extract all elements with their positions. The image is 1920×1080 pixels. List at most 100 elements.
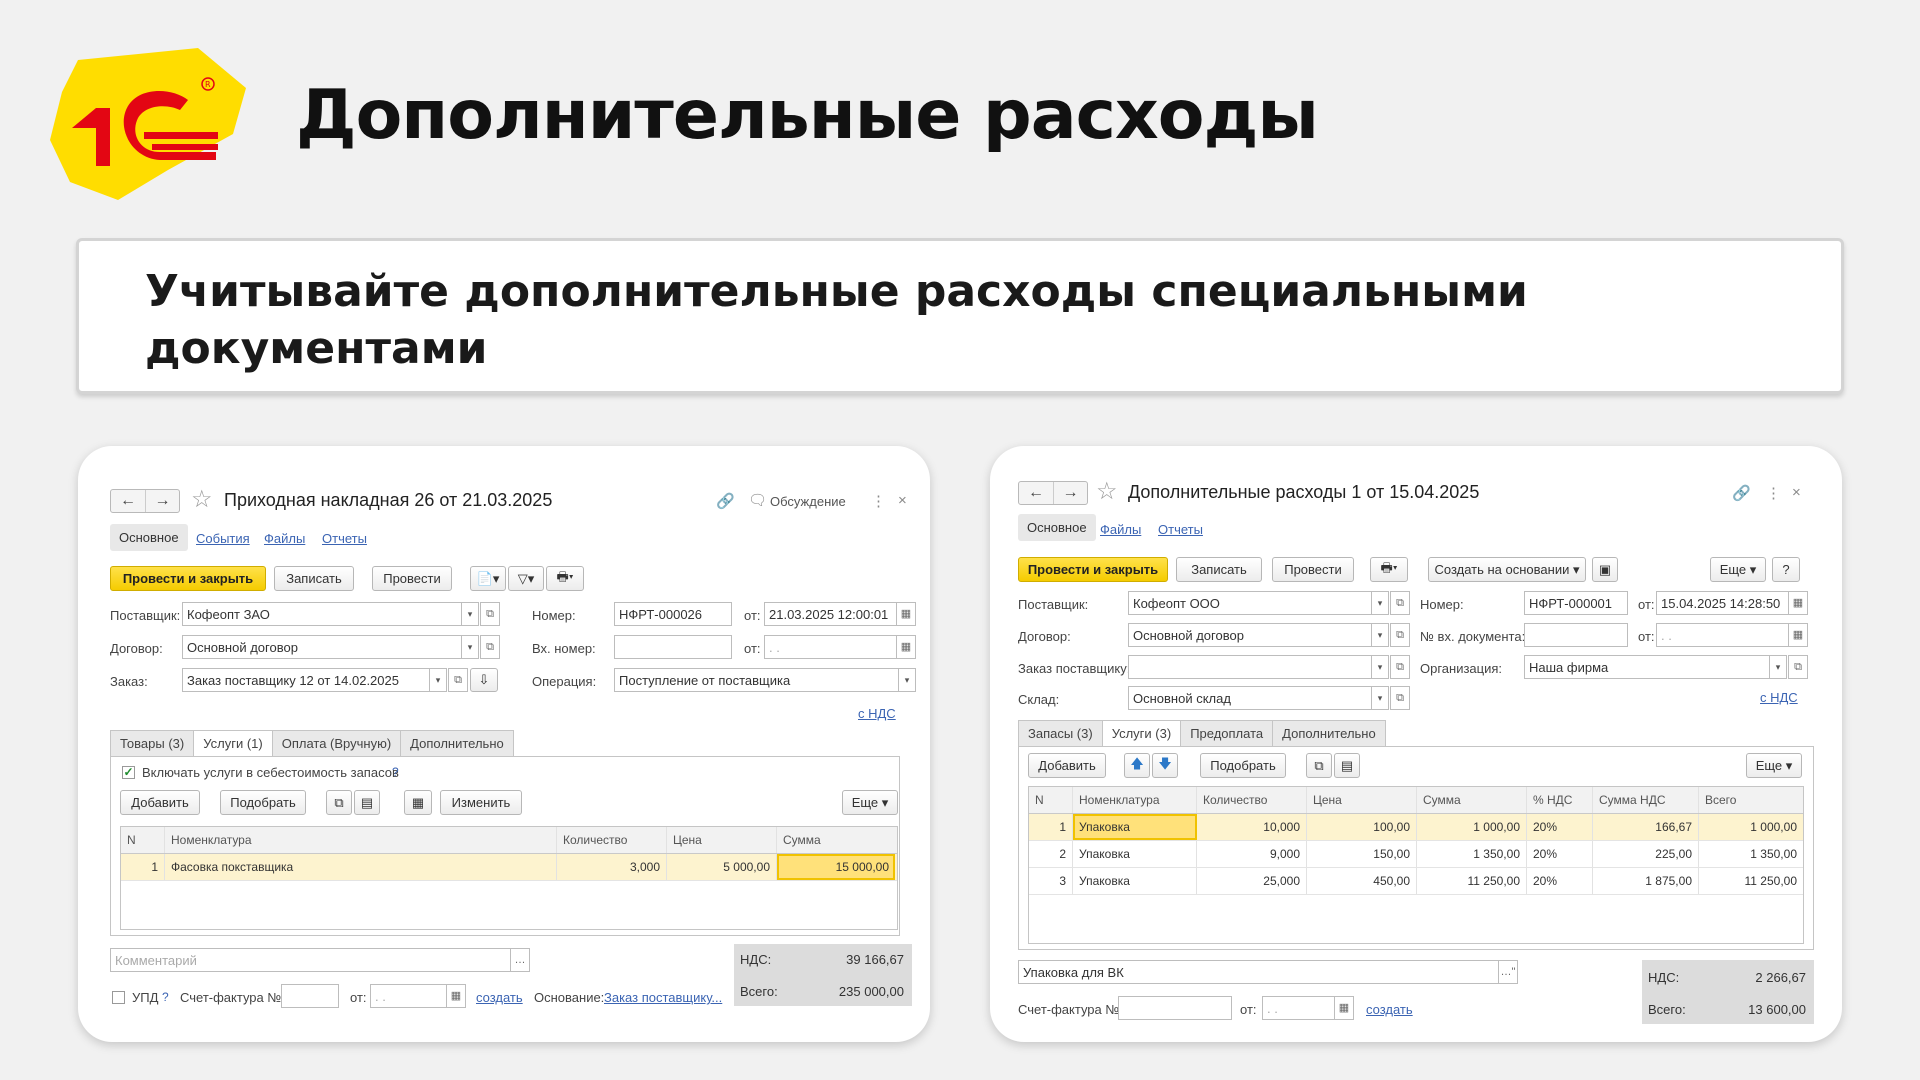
- organization-field[interactable]: Наша фирма: [1524, 655, 1770, 679]
- post-and-close-button[interactable]: Провести и закрыть: [1018, 557, 1168, 582]
- more-grid-button[interactable]: Еще ▾: [1746, 753, 1802, 778]
- row-vat-sum[interactable]: 225,00: [1593, 841, 1699, 867]
- row-vat-rate[interactable]: 20%: [1527, 814, 1593, 840]
- operation-field[interactable]: Поступление от поставщика: [614, 668, 900, 692]
- contract-field[interactable]: Основной договор: [182, 635, 462, 659]
- order-field[interactable]: [1128, 655, 1372, 679]
- row-vat-sum[interactable]: 1 875,00: [1593, 868, 1699, 894]
- contract-dropdown-icon[interactable]: ▾: [461, 635, 479, 659]
- number-field[interactable]: НФРТ-000001: [1524, 591, 1628, 615]
- forward-button[interactable]: →: [145, 490, 179, 512]
- more-menu-icon[interactable]: ⋮: [871, 492, 886, 510]
- row-price[interactable]: 100,00: [1307, 814, 1417, 840]
- pick-button[interactable]: Подобрать: [1200, 753, 1286, 778]
- in-date-calendar-icon[interactable]: ▦: [1788, 623, 1808, 647]
- create-based-on-button[interactable]: Создать на основании ▾: [1428, 557, 1586, 582]
- structure-icon[interactable]: ▣: [1592, 557, 1618, 582]
- more-menu-icon[interactable]: ⋮: [1766, 484, 1781, 502]
- tab-reports[interactable]: Отчеты: [1158, 522, 1203, 537]
- invoice-calendar-icon[interactable]: ▦: [446, 984, 466, 1008]
- row-sum[interactable]: 15 000,00: [777, 854, 895, 880]
- supplier-field[interactable]: Кофеопт ЗАО: [182, 602, 462, 626]
- paste-rows-icon[interactable]: ▤: [354, 790, 380, 815]
- invoice-date-field[interactable]: . .: [1262, 996, 1336, 1020]
- upd-checkbox[interactable]: [112, 991, 125, 1004]
- order-dropdown-icon[interactable]: ▾: [429, 668, 447, 692]
- order-open-icon[interactable]: ⧉: [1390, 655, 1410, 679]
- pick-button[interactable]: Подобрать: [220, 790, 306, 815]
- row-item[interactable]: Фасовка покставщика: [165, 854, 557, 880]
- row-item[interactable]: Упаковка: [1073, 841, 1197, 867]
- discussion-icon[interactable]: 🗨: [748, 491, 767, 509]
- back-button[interactable]: ←: [111, 490, 145, 512]
- subtab-prepayment[interactable]: Предоплата: [1180, 720, 1274, 747]
- date-field[interactable]: 21.03.2025 12:00:01: [764, 602, 898, 626]
- comment-field[interactable]: Комментарий: [110, 948, 512, 972]
- paste-rows-icon[interactable]: ▤: [1334, 753, 1360, 778]
- subtab-stock[interactable]: Запасы (3): [1018, 720, 1103, 747]
- contract-open-icon[interactable]: ⧉: [1390, 623, 1410, 647]
- post-button[interactable]: Провести: [1272, 557, 1354, 582]
- supplier-open-icon[interactable]: ⧉: [1390, 591, 1410, 615]
- invoice-number-field[interactable]: [281, 984, 339, 1008]
- link-icon[interactable]: 🔗: [1732, 484, 1751, 502]
- row-vat-rate[interactable]: 20%: [1527, 841, 1593, 867]
- move-down-icon[interactable]: 🡇: [1152, 753, 1178, 778]
- subtab-payment[interactable]: Оплата (Вручную): [271, 730, 402, 757]
- save-button[interactable]: Записать: [1176, 557, 1262, 582]
- print-icon[interactable]: 🖶▾: [1370, 557, 1408, 582]
- organization-open-icon[interactable]: ⧉: [1788, 655, 1808, 679]
- subtab-additional[interactable]: Дополнительно: [400, 730, 514, 757]
- copy-rows-icon[interactable]: ⧉: [326, 790, 352, 815]
- supplier-field[interactable]: Кофеопт ООО: [1128, 591, 1372, 615]
- row-vat-rate[interactable]: 20%: [1527, 868, 1593, 894]
- row-sum[interactable]: 1 350,00: [1417, 841, 1527, 867]
- post-and-close-button[interactable]: Провести и закрыть: [110, 566, 266, 591]
- row-vat-sum[interactable]: 166,67: [1593, 814, 1699, 840]
- more-button[interactable]: Еще ▾: [842, 790, 898, 815]
- comment-expand-icon[interactable]: …: [510, 948, 530, 972]
- row-item[interactable]: Упаковка: [1073, 868, 1197, 894]
- help-button[interactable]: ?: [1772, 557, 1800, 582]
- subtab-goods[interactable]: Товары (3): [110, 730, 195, 757]
- create-invoice-link[interactable]: создать: [476, 990, 523, 1005]
- calendar-icon[interactable]: ▦: [896, 602, 916, 626]
- more-button[interactable]: Еще ▾: [1710, 557, 1766, 582]
- warehouse-field[interactable]: Основной склад: [1128, 686, 1372, 710]
- warehouse-open-icon[interactable]: ⧉: [1390, 686, 1410, 710]
- in-date-field[interactable]: . .: [1656, 623, 1790, 647]
- date-field[interactable]: 15.04.2025 14:28:50: [1656, 591, 1790, 615]
- save-button[interactable]: Записать: [274, 566, 354, 591]
- contract-dropdown-icon[interactable]: ▾: [1371, 623, 1389, 647]
- organization-dropdown-icon[interactable]: ▾: [1769, 655, 1787, 679]
- in-number-field[interactable]: [614, 635, 732, 659]
- contract-field[interactable]: Основной договор: [1128, 623, 1372, 647]
- include-services-checkbox[interactable]: ✓: [122, 766, 135, 779]
- order-dropdown-icon[interactable]: ▾: [1371, 655, 1389, 679]
- row-sum[interactable]: 1 000,00: [1417, 814, 1527, 840]
- add-row-button[interactable]: Добавить: [1028, 753, 1106, 778]
- invoice-calendar-icon[interactable]: ▦: [1334, 996, 1354, 1020]
- in-date-field[interactable]: . .: [764, 635, 898, 659]
- vat-mode-link[interactable]: с НДС: [1760, 690, 1798, 705]
- related-docs-icon[interactable]: 📄▾: [470, 566, 506, 591]
- favorite-star-icon[interactable]: ☆: [1096, 480, 1118, 504]
- close-icon[interactable]: ×: [898, 492, 907, 509]
- number-field[interactable]: НФРТ-000026: [614, 602, 732, 626]
- print-icon[interactable]: 🖶▾: [546, 566, 584, 591]
- forward-button[interactable]: →: [1053, 482, 1087, 504]
- table-row[interactable]: 1 Фасовка покставщика 3,000 5 000,00 15 …: [121, 854, 897, 881]
- tab-files[interactable]: Файлы: [264, 531, 305, 546]
- tab-events[interactable]: События: [196, 531, 250, 546]
- close-icon[interactable]: ×: [1792, 484, 1801, 501]
- filter-icon[interactable]: ▽▾: [508, 566, 544, 591]
- row-qty[interactable]: 25,000: [1197, 868, 1307, 894]
- tab-reports[interactable]: Отчеты: [322, 531, 367, 546]
- row-total[interactable]: 1 000,00: [1699, 814, 1803, 840]
- subtab-services[interactable]: Услуги (1): [193, 730, 273, 757]
- table-row[interactable]: 2 Упаковка 9,000 150,00 1 350,00 20% 225…: [1029, 841, 1803, 868]
- subtab-additional[interactable]: Дополнительно: [1272, 720, 1386, 747]
- row-price[interactable]: 450,00: [1307, 868, 1417, 894]
- order-open-icon[interactable]: ⧉: [448, 668, 468, 692]
- contract-open-icon[interactable]: ⧉: [480, 635, 500, 659]
